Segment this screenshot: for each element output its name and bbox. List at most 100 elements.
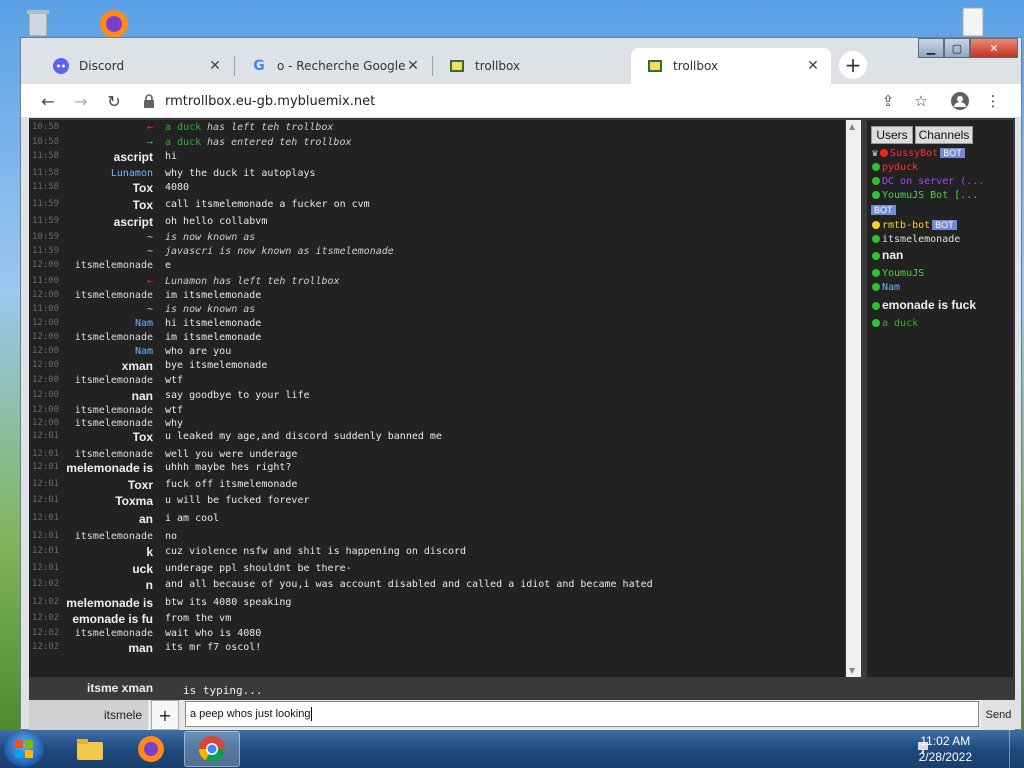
chat-nick[interactable]: k bbox=[146, 545, 153, 559]
user-list-item[interactable]: pyduck bbox=[872, 162, 1012, 173]
chat-text: hi itsmelemonade bbox=[165, 318, 262, 329]
scroll-up-icon[interactable]: ▲ bbox=[849, 122, 855, 131]
tab-google-search[interactable]: G o - Recherche Google ✕ bbox=[235, 48, 431, 84]
chat-nick[interactable]: itsmelemonade bbox=[75, 531, 153, 542]
share-icon[interactable]: ⇪ bbox=[878, 91, 898, 111]
forward-button[interactable]: → bbox=[70, 90, 92, 112]
show-desktop-button[interactable] bbox=[1009, 730, 1024, 768]
chat-text: oh hello collabvm bbox=[165, 216, 268, 227]
chat-text: from the vm bbox=[165, 613, 232, 624]
browser-window: Discord ✕ G o - Recherche Google ✕ troll… bbox=[20, 37, 1022, 730]
chat-nick[interactable]: itsmelemonade bbox=[75, 418, 153, 429]
user-list-item[interactable]: ♛ SussyBot BOT bbox=[872, 148, 1012, 159]
timestamp: 12:00 bbox=[32, 360, 60, 370]
chat-nick[interactable]: ascript bbox=[114, 215, 153, 229]
chat-nick[interactable]: itsmelemonade bbox=[75, 260, 153, 271]
chat-nick[interactable]: emonade is fu bbox=[72, 612, 153, 626]
user-list-item[interactable]: emonade is fuck bbox=[872, 298, 1012, 312]
minimize-button[interactable]: ▁ bbox=[918, 38, 944, 58]
chat-nick[interactable]: melemonade is bbox=[66, 596, 153, 610]
nickname-button[interactable]: itsmele bbox=[29, 700, 148, 730]
taskbar-firefox[interactable] bbox=[123, 731, 179, 767]
tab-users[interactable]: Users bbox=[871, 126, 913, 144]
chat-nick[interactable]: Tox bbox=[133, 430, 153, 444]
chat-nick[interactable]: Tox bbox=[133, 181, 153, 195]
taskbar-explorer[interactable] bbox=[62, 731, 118, 767]
chat-nick[interactable]: itsmelemonade bbox=[75, 375, 153, 386]
chat-nick[interactable]: Toxr bbox=[128, 478, 153, 492]
tab-channels[interactable]: Channels bbox=[915, 126, 973, 144]
maximize-button[interactable]: ▢ bbox=[944, 38, 970, 58]
send-button[interactable]: Send bbox=[982, 700, 1015, 730]
message-input[interactable]: a peep whos just looking bbox=[185, 701, 979, 727]
menu-kebab-icon[interactable]: ⋮ bbox=[983, 91, 1003, 111]
taskbar-chrome[interactable] bbox=[184, 731, 240, 767]
reload-button[interactable]: ↻ bbox=[103, 90, 125, 112]
chat-message: 11:59 Tox call itsmelemonade a fucker on c… bbox=[29, 198, 845, 212]
tab-trollbox-1[interactable]: trollbox bbox=[433, 48, 629, 84]
user-list-item[interactable]: a duck bbox=[872, 318, 1012, 329]
chat-nick[interactable]: ~ bbox=[147, 232, 153, 243]
chat-nick[interactable]: melemonade is bbox=[66, 461, 153, 475]
close-window-button[interactable]: ✕ bbox=[970, 38, 1018, 58]
chat-nick[interactable]: a duck bbox=[165, 137, 201, 148]
chat-nick[interactable]: ~ bbox=[147, 304, 153, 315]
tab-trollbox-active[interactable]: trollbox ✕ bbox=[631, 48, 831, 84]
chat-nick[interactable]: xman bbox=[122, 359, 153, 373]
profile-avatar-icon[interactable] bbox=[950, 91, 970, 111]
chat-message: 12:00 Nam hi itsmelemonade bbox=[29, 318, 845, 331]
attach-plus-button[interactable]: + bbox=[151, 700, 179, 730]
user-list-item[interactable]: YoumuJS bbox=[872, 268, 1012, 279]
chat-nick[interactable]: Nam bbox=[135, 346, 153, 357]
user-list-item[interactable]: YoumuJS Bot [... bbox=[872, 190, 1012, 201]
chat-nick[interactable]: nan bbox=[132, 389, 153, 403]
chat-nick[interactable]: Nam bbox=[135, 318, 153, 329]
user-list-item[interactable]: Nam bbox=[872, 282, 1012, 293]
chat-nick[interactable]: man bbox=[128, 641, 153, 655]
url-text: rmtrollbox.eu-gb.mybluemix.net bbox=[165, 93, 376, 109]
side-panel: Users Channels ♛ SussyBot BOT pyduck DC on s… bbox=[867, 120, 1013, 677]
chat-scrollbar[interactable]: ▲ ▼ bbox=[846, 120, 861, 677]
close-icon[interactable]: ✕ bbox=[207, 58, 223, 74]
chat-nick[interactable]: itsmelemonade bbox=[75, 290, 153, 301]
new-tab-button[interactable]: + bbox=[839, 51, 867, 79]
scroll-down-icon[interactable]: ▼ bbox=[849, 666, 855, 675]
chat-nick[interactable]: itsmelemonade bbox=[75, 628, 153, 639]
user-name: nan bbox=[882, 248, 904, 262]
chat-nick[interactable]: an bbox=[139, 512, 153, 526]
chat-nick[interactable]: uck bbox=[132, 562, 153, 576]
start-button[interactable] bbox=[4, 731, 44, 767]
chat-nick[interactable]: n bbox=[146, 578, 153, 592]
user-list-item[interactable]: DC on server (... bbox=[872, 176, 1012, 187]
chat-nick[interactable]: itsmelemonade bbox=[75, 449, 153, 460]
user-name: emonade is fuck bbox=[882, 298, 977, 312]
document-desktop-icon[interactable] bbox=[955, 6, 991, 40]
chat-nick[interactable]: itsmelemonade bbox=[75, 332, 153, 343]
chat-nick[interactable]: ascript bbox=[114, 150, 153, 164]
bookmark-star-icon[interactable]: ☆ bbox=[911, 91, 931, 111]
chat-message: 12:00 itsmelemonade im itsmelemonade bbox=[29, 332, 845, 345]
chat-text: has entered teh trollbox bbox=[207, 137, 352, 148]
firefox-desktop-icon[interactable] bbox=[96, 6, 132, 40]
close-icon[interactable]: ✕ bbox=[805, 58, 821, 74]
close-icon[interactable]: ✕ bbox=[405, 58, 421, 74]
user-list-item[interactable]: itsmelemonade bbox=[872, 234, 1012, 245]
system-clock[interactable]: 11:02 AM 2/28/2022 bbox=[919, 733, 972, 765]
timestamp: 11:58 bbox=[32, 151, 60, 161]
timestamp: 12:01 bbox=[32, 431, 60, 441]
user-list-item[interactable]: nan bbox=[872, 248, 1012, 262]
user-list-item[interactable]: rmtb-bot BOT bbox=[872, 220, 1012, 231]
chat-message: 12:00 itsmelemonade e bbox=[29, 260, 845, 273]
chat-nick[interactable]: ~ bbox=[147, 246, 153, 257]
tab-discord[interactable]: Discord ✕ bbox=[37, 48, 233, 84]
chat-nick[interactable]: a duck bbox=[165, 122, 201, 133]
chat-nick[interactable]: Tox bbox=[133, 198, 153, 212]
chat-nick[interactable]: Lunamon bbox=[111, 168, 153, 179]
back-button[interactable]: ← bbox=[37, 90, 59, 112]
chat-nick[interactable]: itsmelemonade bbox=[75, 405, 153, 416]
chat-nick[interactable]: Toxma bbox=[115, 494, 153, 508]
address-bar[interactable]: rmtrollbox.eu-gb.mybluemix.net bbox=[143, 87, 903, 115]
tab-label: trollbox bbox=[673, 59, 719, 73]
recycle-bin-icon[interactable] bbox=[20, 6, 56, 40]
status-dot-icon bbox=[872, 191, 880, 199]
